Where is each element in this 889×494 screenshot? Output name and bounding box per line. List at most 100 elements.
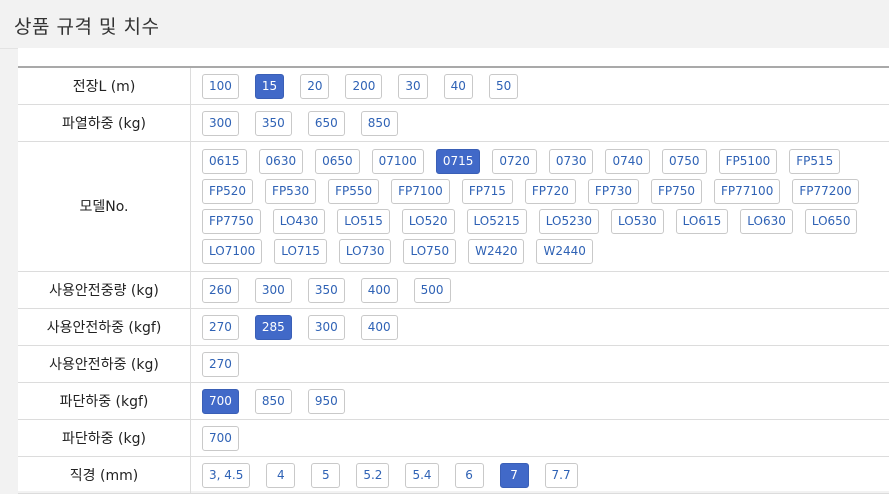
spec-table: 전장L (m)1001520200304050파열하중 (kg)30035065… (18, 66, 889, 494)
option-button[interactable]: FP720 (525, 179, 576, 204)
option-button[interactable]: LO715 (274, 239, 327, 264)
spec-row: 사용안전하중 (kg) 270 (18, 345, 889, 382)
option-button[interactable]: 7.7 (545, 463, 578, 488)
spec-options-cell: 270 (191, 345, 889, 382)
option-button[interactable]: 0630 (259, 149, 304, 174)
option-button[interactable]: 0740 (605, 149, 650, 174)
option-button[interactable]: 650 (308, 111, 345, 136)
option-button-selected[interactable]: 15 (255, 74, 284, 99)
option-button[interactable]: FP515 (789, 149, 840, 174)
option-button[interactable]: 50 (489, 74, 518, 99)
option-button[interactable]: FP550 (328, 179, 379, 204)
option-button-selected[interactable]: 7 (500, 463, 529, 488)
option-group: 700 (202, 426, 889, 451)
option-button[interactable]: 5.4 (405, 463, 438, 488)
option-button-selected[interactable]: 285 (255, 315, 292, 340)
option-button[interactable]: FP7100 (391, 179, 450, 204)
option-button[interactable]: FP5100 (719, 149, 778, 174)
option-button[interactable]: 5 (311, 463, 340, 488)
option-button[interactable]: 270 (202, 352, 239, 377)
option-button[interactable]: 270 (202, 315, 239, 340)
option-button[interactable]: FP715 (462, 179, 513, 204)
option-button[interactable]: LO630 (740, 209, 793, 234)
spec-row: 파단하중 (kg) 700 (18, 419, 889, 456)
option-button[interactable]: 950 (308, 389, 345, 414)
option-button[interactable]: 300 (308, 315, 345, 340)
spec-label: 전장L (m) (18, 67, 191, 104)
option-button[interactable]: LO730 (339, 239, 392, 264)
option-button[interactable]: LO615 (676, 209, 729, 234)
spec-label: 직경 (mm) (18, 456, 191, 493)
spec-label: 파열하중 (kg) (18, 104, 191, 141)
option-button[interactable]: 07100 (372, 149, 424, 174)
spec-row: 파단하중 (kgf) 700 850 950 (18, 382, 889, 419)
option-button[interactable]: 20 (300, 74, 329, 99)
spec-options-cell: 3, 4.5 45 5.2 5.4 67 7.7 (191, 456, 889, 493)
option-button[interactable]: LO430 (273, 209, 326, 234)
spec-options-cell: 260 300 350 400 500 (191, 271, 889, 308)
option-button[interactable]: LO530 (611, 209, 664, 234)
option-button[interactable]: 350 (255, 111, 292, 136)
option-button[interactable]: 0720 (492, 149, 537, 174)
option-button[interactable]: FP530 (265, 179, 316, 204)
option-button[interactable]: 0615 (202, 149, 247, 174)
option-button[interactable]: W2420 (468, 239, 524, 264)
spec-label: 모델No. (18, 141, 191, 271)
option-group: 3, 4.5 45 5.2 5.4 67 7.7 (202, 463, 889, 488)
option-button[interactable]: 850 (361, 111, 398, 136)
option-button[interactable]: 300 (202, 111, 239, 136)
option-group: 270 285 300 400 (202, 315, 889, 340)
spec-label: 사용안전하중 (kgf) (18, 308, 191, 345)
option-button[interactable]: 400 (361, 315, 398, 340)
option-button[interactable]: 850 (255, 389, 292, 414)
option-button[interactable]: FP730 (588, 179, 639, 204)
option-button[interactable]: 260 (202, 278, 239, 303)
option-button[interactable]: 350 (308, 278, 345, 303)
option-button[interactable]: 0650 (315, 149, 360, 174)
option-button[interactable]: FP77200 (792, 179, 858, 204)
option-button[interactable]: LO5215 (467, 209, 527, 234)
spec-label: 사용안전하중 (kg) (18, 345, 191, 382)
option-button[interactable]: FP750 (651, 179, 702, 204)
option-group: 700 850 950 (202, 389, 889, 414)
spec-row: 사용안전중량 (kg) 260 300 350 400 500 (18, 271, 889, 308)
spec-row: 직경 (mm) 3, 4.5 45 5.2 5.4 67 7.7 (18, 456, 889, 493)
option-button[interactable]: FP520 (202, 179, 253, 204)
option-button[interactable]: LO750 (403, 239, 456, 264)
option-button[interactable]: 40 (444, 74, 473, 99)
option-button[interactable]: 5.2 (356, 463, 389, 488)
option-button[interactable]: LO515 (337, 209, 390, 234)
option-button[interactable]: LO650 (805, 209, 858, 234)
option-button[interactable]: W2440 (536, 239, 592, 264)
option-button[interactable]: 30 (398, 74, 427, 99)
spec-options-cell: 270 285 300 400 (191, 308, 889, 345)
spec-label: 파단하중 (kg) (18, 419, 191, 456)
option-button[interactable]: FP7750 (202, 209, 261, 234)
option-button[interactable]: 700 (202, 426, 239, 451)
spec-options-cell: 700 (191, 419, 889, 456)
option-button[interactable]: 300 (255, 278, 292, 303)
option-button-selected[interactable]: 700 (202, 389, 239, 414)
option-group: 300 350 650 850 (202, 111, 889, 136)
spec-row: 모델No. 0615 0630 0650 07100 0715 0720 0730 0740 07… (18, 141, 889, 271)
spec-label: 파단하중 (kgf) (18, 382, 191, 419)
option-button[interactable]: 200 (345, 74, 382, 99)
option-button[interactable]: 4 (266, 463, 295, 488)
option-button[interactable]: 100 (202, 74, 239, 99)
option-group: 260 300 350 400 500 (202, 278, 889, 303)
option-button[interactable]: FP77100 (714, 179, 780, 204)
option-button[interactable]: 400 (361, 278, 398, 303)
option-button[interactable]: LO7100 (202, 239, 262, 264)
page-title: 상품 규격 및 치수 (14, 12, 159, 39)
option-button[interactable]: LO5230 (539, 209, 599, 234)
option-button-selected[interactable]: 0715 (436, 149, 481, 174)
spec-label: 사용안전중량 (kg) (18, 271, 191, 308)
option-group: 270 (202, 352, 889, 377)
option-button[interactable]: 0730 (549, 149, 594, 174)
option-button[interactable]: 0750 (662, 149, 707, 174)
option-button[interactable]: 3, 4.5 (202, 463, 250, 488)
option-group: 0615 0630 0650 07100 0715 0720 0730 0740 0750 FP5… (202, 147, 889, 267)
option-button[interactable]: LO520 (402, 209, 455, 234)
option-button[interactable]: 500 (414, 278, 451, 303)
option-button[interactable]: 6 (455, 463, 484, 488)
